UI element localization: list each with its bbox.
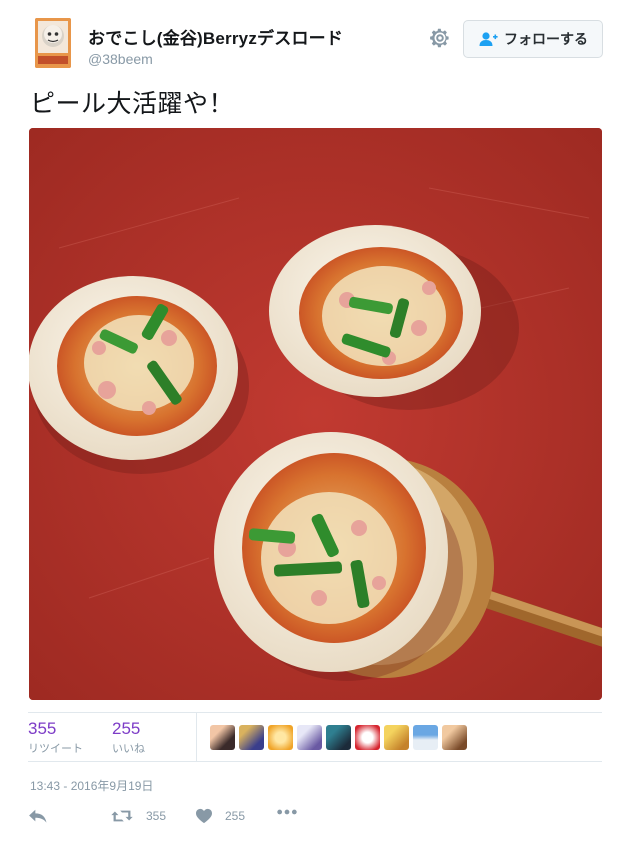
liker-avatar[interactable] (268, 725, 293, 750)
retweet-action-count: 355 (146, 809, 167, 823)
liker-avatar[interactable] (326, 725, 351, 750)
like-button[interactable]: 255 (195, 808, 245, 824)
add-user-icon (479, 32, 498, 46)
more-icon (277, 809, 297, 815)
stats-divider (196, 713, 197, 761)
tweet-text: ピール大活躍や！ (30, 90, 235, 118)
tweet-timestamp[interactable]: 13:43 - 2016年9月19日 (30, 777, 153, 794)
liker-avatar[interactable] (355, 725, 380, 750)
liker-avatar[interactable] (239, 725, 264, 750)
reply-button[interactable] (28, 808, 48, 824)
gear-icon[interactable] (428, 26, 452, 50)
liker-avatar[interactable] (442, 725, 467, 750)
liker-avatar[interactable] (384, 725, 409, 750)
pizza-photo (29, 128, 602, 700)
retweet-label: リツイート (28, 743, 83, 755)
reply-icon (29, 809, 47, 823)
screen-name[interactable]: @38beem (88, 51, 343, 67)
like-label: いいね (112, 743, 145, 755)
like-count: 255 (112, 719, 141, 738)
tweet-photo[interactable] (29, 128, 602, 700)
heart-icon (196, 808, 212, 824)
avatar-image (35, 18, 71, 68)
follow-button[interactable]: フォローする (463, 20, 603, 58)
user-avatar[interactable] (35, 18, 71, 68)
retweet-icon (111, 810, 133, 822)
tweet-actions: 355 255 (28, 808, 588, 830)
liker-avatar[interactable] (297, 725, 322, 750)
like-stat[interactable]: 255 いいね (112, 719, 145, 756)
user-names: おでこし(金谷)Berryzデスロード @38beem (88, 24, 343, 67)
liker-avatars (210, 725, 467, 750)
more-button[interactable] (276, 808, 298, 816)
liker-avatar[interactable] (210, 725, 235, 750)
retweet-button[interactable]: 355 (110, 808, 166, 824)
tweet-stats: 355 リツイート 255 いいね (28, 712, 602, 762)
follow-button-label: フォローする (504, 31, 588, 47)
tweet-header: おでこし(金谷)Berryzデスロード @38beem フォローする (0, 0, 640, 80)
retweet-count: 355 (28, 719, 57, 738)
liker-avatar[interactable] (413, 725, 438, 750)
like-action-count: 255 (225, 809, 246, 823)
display-name[interactable]: おでこし(金谷)Berryzデスロード (88, 24, 343, 49)
retweet-stat[interactable]: 355 リツイート (28, 719, 83, 756)
